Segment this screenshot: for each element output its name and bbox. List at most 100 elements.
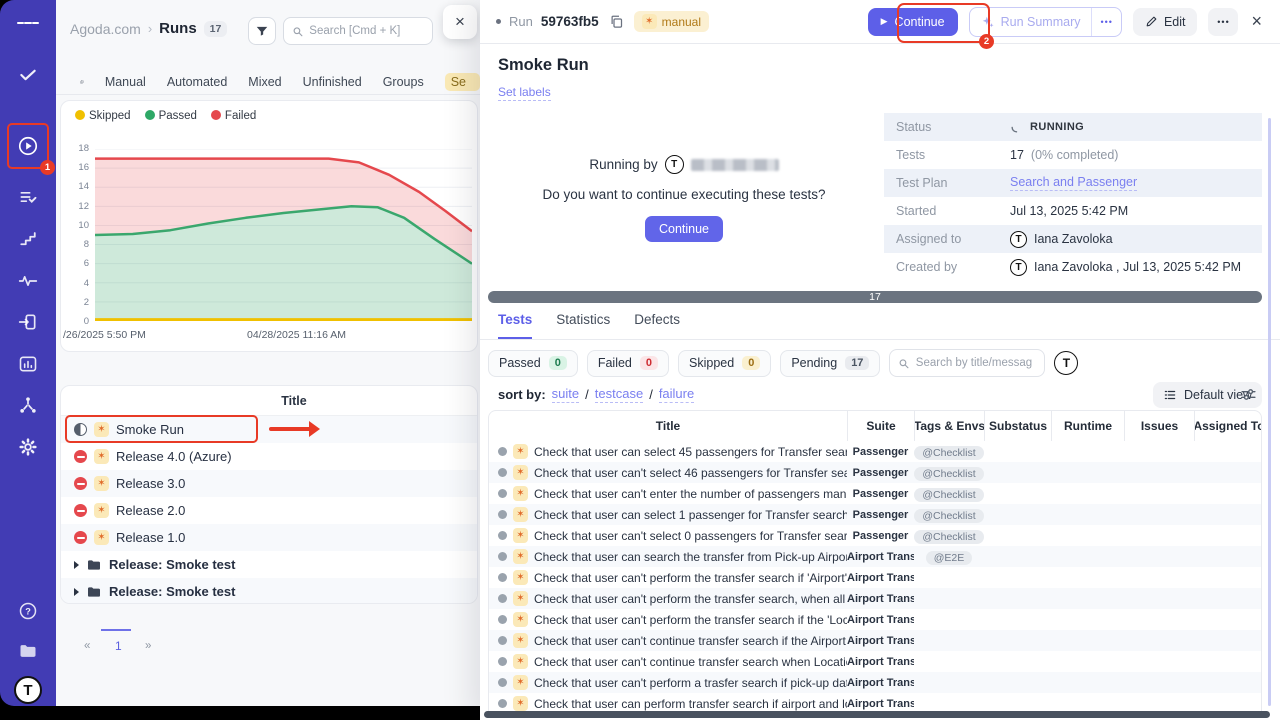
milestones-icon[interactable] [17, 228, 39, 250]
runs-search[interactable] [283, 17, 433, 45]
test-row[interactable]: ✶Check that user can't perform the trans… [489, 567, 1261, 588]
integrations-icon[interactable] [17, 394, 39, 416]
assignee-filter-avatar[interactable]: T [1054, 351, 1078, 375]
test-row[interactable]: ✶Check that user can select 1 passenger … [489, 504, 1261, 525]
test-title: Check that user can't enter the number o… [534, 487, 847, 501]
tab-groups[interactable]: Groups [383, 75, 424, 89]
col-assigned[interactable]: Assigned To [1194, 411, 1262, 441]
reports-icon[interactable] [17, 353, 39, 375]
menu-icon[interactable] [17, 12, 39, 34]
column-settings-icon[interactable] [1240, 386, 1257, 403]
panel-close-button[interactable]: × [443, 5, 477, 39]
run-summary-more-button[interactable]: ••• [1091, 8, 1120, 36]
test-row[interactable]: ✶Check that user can't perform the trans… [489, 588, 1261, 609]
boom-icon: ✶ [513, 528, 528, 543]
col-tags[interactable]: Tags & Envs [914, 411, 984, 441]
runs-count-badge: 17 [204, 21, 228, 37]
test-row[interactable]: ✶Check that user can't enter the number … [489, 483, 1261, 504]
filter-passed[interactable]: Passed0 [488, 350, 578, 377]
sort-by-suite[interactable]: suite [552, 386, 579, 403]
filter-failed[interactable]: Failed0 [587, 350, 669, 377]
close-drawer-button[interactable]: × [1249, 11, 1264, 32]
run-row[interactable]: ✶ Release 3.0 [61, 470, 477, 497]
prev-page-button[interactable]: « [84, 640, 90, 652]
filter-skipped[interactable]: Skipped0 [678, 350, 771, 377]
boom-icon: ✶ [513, 465, 528, 480]
continue-prompt: Running by T Do you want to continue exe… [480, 155, 888, 242]
requirements-icon[interactable] [17, 311, 39, 333]
tab-statistics[interactable]: Statistics [556, 312, 610, 339]
sort-by-failure[interactable]: failure [659, 386, 694, 403]
run-group-row[interactable]: Release: Smoke test [61, 551, 477, 578]
test-suite: Airport Transfer [847, 677, 914, 689]
run-row[interactable]: ✶ Release 1.0 [61, 524, 477, 551]
settings-gear-icon[interactable] [17, 436, 39, 458]
run-row[interactable]: ✶ Release 4.0 (Azure) [61, 443, 477, 470]
col-issues[interactable]: Issues [1124, 411, 1194, 441]
tab-manual[interactable]: Manual [105, 75, 146, 89]
select-all-icon[interactable] [80, 74, 84, 90]
folder-icon [86, 557, 102, 573]
test-title: Check that user can't select 0 passenger… [534, 529, 847, 543]
pending-status-icon [498, 468, 507, 477]
pending-status-icon [498, 552, 507, 561]
test-plans-icon[interactable] [17, 186, 39, 208]
test-row[interactable]: ✶ Check that user can't select 0 passenge… [489, 525, 1261, 546]
continue-prompt-button[interactable]: Continue [645, 216, 723, 242]
run-group-row[interactable]: Release: Smoke test [61, 578, 477, 604]
set-labels-link[interactable]: Set labels [498, 85, 551, 101]
trend-chart-svg [95, 149, 472, 321]
breadcrumb-project[interactable]: Agoda.com [70, 21, 141, 37]
projects-folder-icon[interactable] [17, 640, 39, 662]
page-1-button[interactable]: 1 [115, 639, 122, 653]
edit-button[interactable]: Edit [1133, 8, 1198, 36]
user-avatar[interactable]: T [14, 676, 42, 704]
tests-search-input[interactable] [916, 357, 1037, 369]
tab-defects[interactable]: Defects [634, 312, 680, 339]
col-title[interactable]: Title [489, 411, 847, 441]
expand-caret-icon[interactable] [74, 561, 79, 569]
col-suite[interactable]: Suite [847, 411, 914, 441]
status-filters: Passed0 Failed0 Skipped0 Pending17 T [488, 349, 1078, 377]
test-row[interactable]: ✶Check that user can't perform a trasfer… [489, 672, 1261, 693]
running-by-label: Running by [589, 157, 657, 172]
tab-automated[interactable]: Automated [167, 75, 227, 89]
vertical-scrollbar[interactable] [1268, 118, 1271, 706]
copy-icon[interactable] [609, 14, 624, 29]
tests-search[interactable] [889, 349, 1045, 377]
filter-pending[interactable]: Pending17 [780, 350, 880, 377]
test-row[interactable]: ✶Check that user can search the transfer… [489, 546, 1261, 567]
expand-caret-icon[interactable] [74, 588, 79, 596]
pending-status-icon [498, 489, 507, 498]
filter-button[interactable] [248, 17, 276, 45]
run-label: Run [509, 14, 533, 29]
next-page-button[interactable]: » [145, 640, 151, 652]
breadcrumb: Agoda.com › Runs 17 [70, 20, 227, 37]
tab-mixed[interactable]: Mixed [248, 75, 281, 89]
annotation-badge-2: 2 [979, 34, 994, 49]
help-icon[interactable]: ? [17, 600, 39, 622]
svg-text:?: ? [25, 606, 31, 616]
redacted-username [691, 159, 779, 171]
col-runtime[interactable]: Runtime [1051, 411, 1124, 441]
test-cases-icon[interactable] [17, 64, 39, 86]
test-row[interactable]: ✶Check that user can't continue transfer… [489, 651, 1261, 672]
chart-y-axis: 181614121086420 [61, 143, 89, 327]
boom-icon: ✶ [94, 530, 109, 545]
test-row[interactable]: ✶Check that user can't perform the trans… [489, 609, 1261, 630]
col-substatus[interactable]: Substatus [984, 411, 1051, 441]
test-plan-link[interactable]: Search and Passenger [1010, 175, 1137, 191]
table-view-icon [1163, 388, 1177, 402]
activity-icon[interactable] [17, 270, 39, 292]
test-row[interactable]: ✶Check that user can't continue transfer… [489, 630, 1261, 651]
tab-unfinished[interactable]: Unfinished [303, 75, 362, 89]
tab-tests[interactable]: Tests [498, 312, 532, 339]
more-actions-button[interactable]: ••• [1208, 8, 1238, 36]
test-row[interactable]: ✶Check that user can select 45 passenger… [489, 441, 1261, 462]
runs-search-input[interactable] [309, 25, 424, 37]
test-row[interactable]: ✶Check that user can't select 46 passeng… [489, 462, 1261, 483]
run-row[interactable]: ✶ Release 2.0 [61, 497, 477, 524]
horizontal-scrollbar[interactable] [484, 711, 1270, 718]
tab-selected[interactable]: Se [445, 73, 480, 91]
sort-by-testcase[interactable]: testcase [595, 386, 643, 403]
